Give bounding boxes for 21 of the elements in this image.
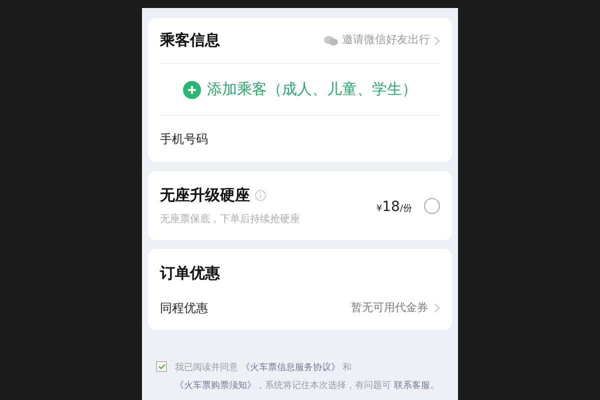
- agreement-link[interactable]: 《火车票购票须知》: [175, 381, 256, 391]
- section-title: 订单优惠: [160, 263, 221, 284]
- chat-bubbles-icon: [324, 35, 338, 46]
- agreement-link[interactable]: 联系客服: [394, 381, 430, 391]
- add-passenger-button[interactable]: 添加乘客（成人、儿童、学生）: [160, 64, 440, 116]
- invite-link[interactable]: 邀请微信好友出行: [324, 32, 440, 49]
- plus-circle-icon: [183, 80, 201, 98]
- phone-number-label: 手机号码: [160, 131, 208, 148]
- upgrade-description: 无座票保底，下单后持续抢硬座: [160, 212, 300, 228]
- agreement-text: 我已阅读并同意 《火车票信息服务协议》 和 《火车票购票须知》，系统将记住本次选择，有问题可 联系客服。: [175, 362, 440, 393]
- voucher-link[interactable]: 暂无可用代金券: [351, 300, 440, 316]
- agreement-checkbox[interactable]: [156, 361, 167, 372]
- info-icon[interactable]: [255, 190, 266, 200]
- discount-label: 同程优惠: [160, 300, 208, 317]
- radio-button[interactable]: [424, 198, 440, 214]
- chevron-right-icon: [434, 36, 440, 46]
- agreement-link[interactable]: 《火车票信息服务协议》: [240, 363, 340, 373]
- section-title: 无座升级硬座: [160, 184, 250, 206]
- section-title: 乘客信息: [160, 30, 220, 52]
- chevron-right-icon: [434, 302, 440, 313]
- price-label: ¥18/份: [376, 198, 412, 216]
